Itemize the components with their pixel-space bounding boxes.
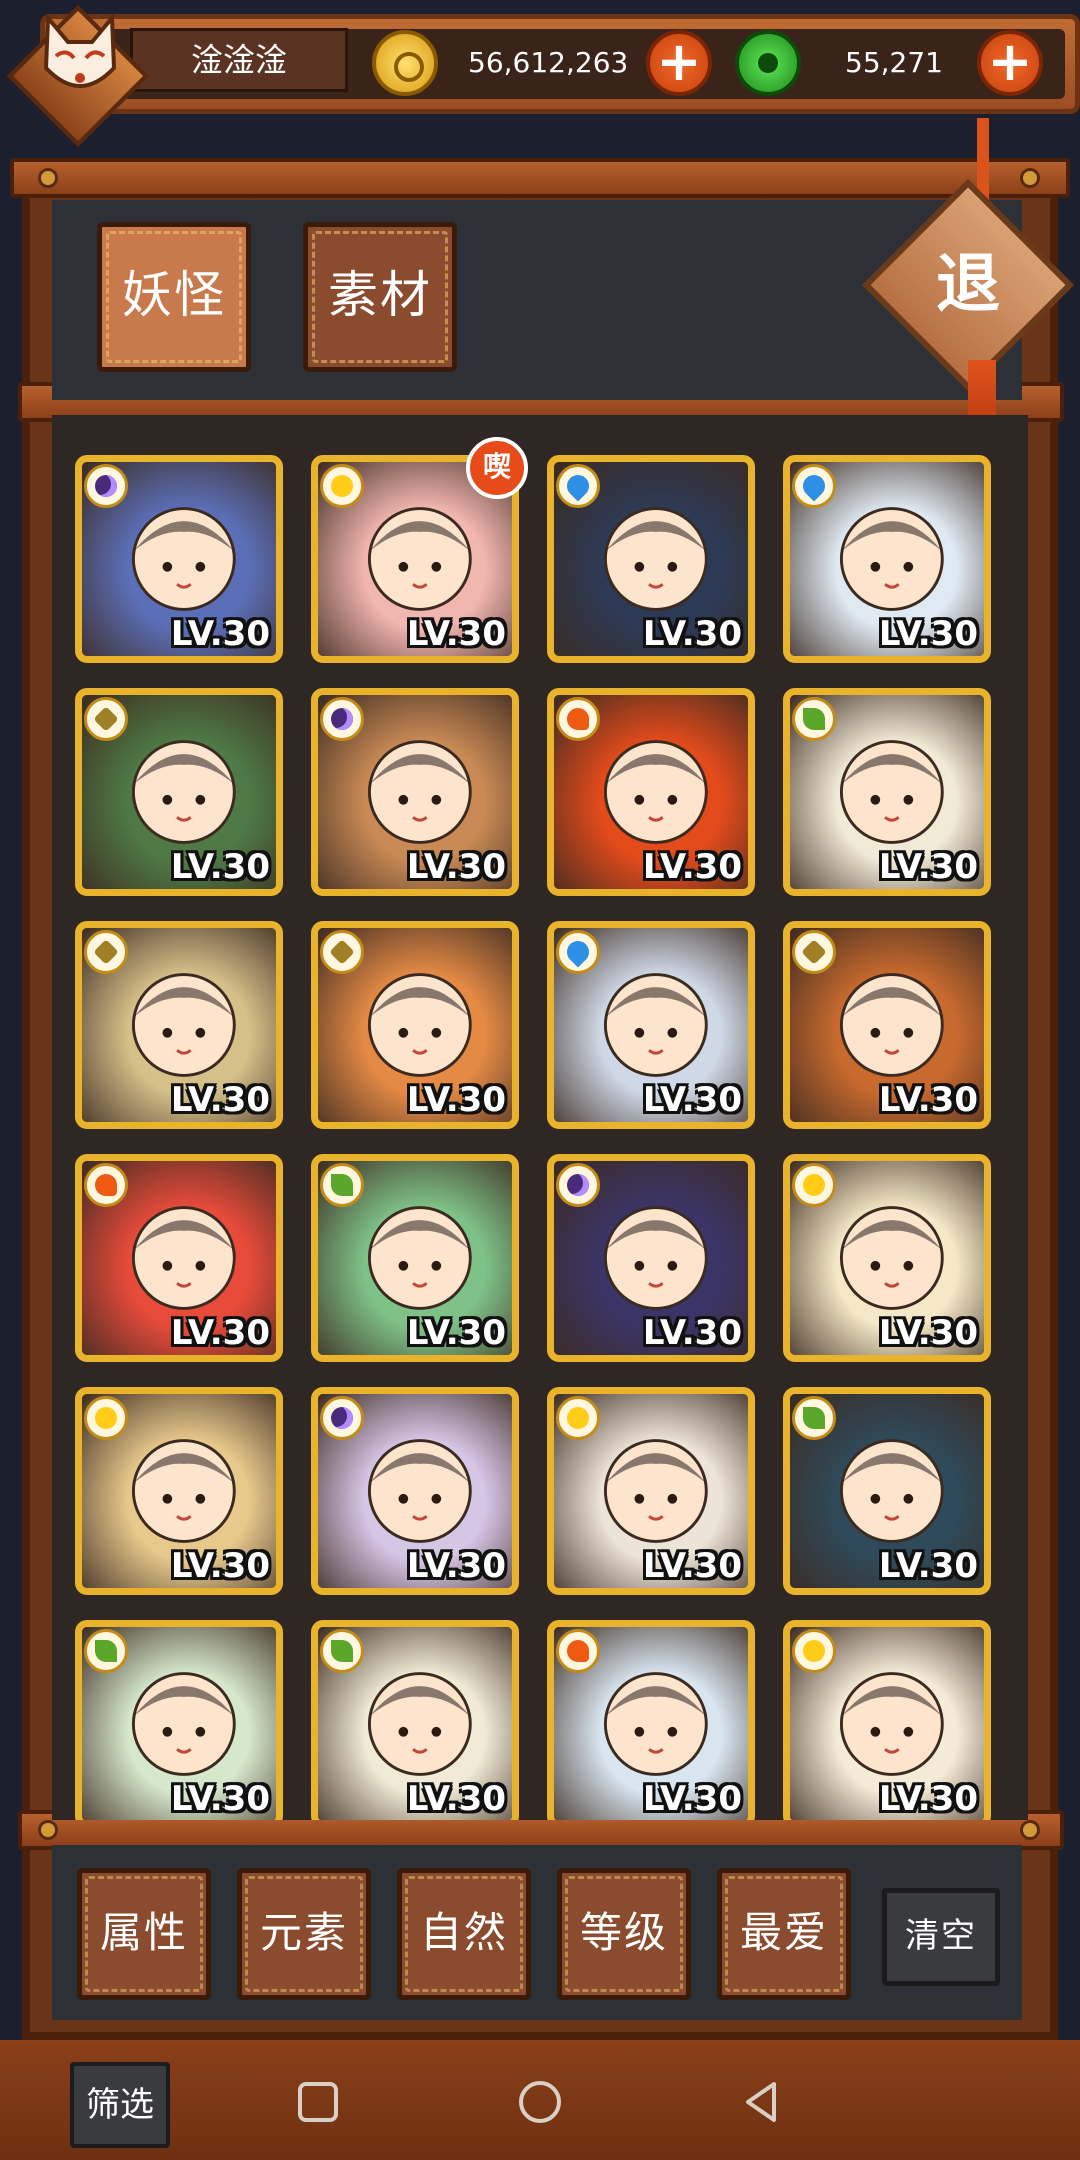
fire-element-icon	[556, 697, 600, 741]
gold-coin-icon	[372, 30, 438, 96]
earth-element-icon	[84, 697, 128, 741]
monster-level: LV.30	[170, 1313, 270, 1353]
back-icon[interactable]	[732, 2072, 792, 2132]
jade-amount: 55,271	[845, 46, 943, 79]
add-gold-button[interactable]: +	[646, 30, 712, 96]
nature-element-icon	[792, 1396, 836, 1440]
monster-level: LV.30	[642, 847, 742, 887]
monster-card[interactable]: LV.30	[75, 921, 283, 1129]
monster-card[interactable]: LV.30	[783, 921, 991, 1129]
nature-element-icon	[84, 1629, 128, 1673]
fire-element-icon	[556, 1629, 600, 1673]
nature-element-icon	[320, 1163, 364, 1207]
monster-level: LV.30	[642, 1779, 742, 1819]
monster-card[interactable]: LV.30	[783, 1620, 991, 1820]
tab-monsters[interactable]: 妖怪	[97, 222, 251, 372]
rivet	[1020, 168, 1040, 188]
jade-coin-icon	[735, 30, 801, 96]
clear-filters-button[interactable]: 清空	[882, 1888, 1000, 1986]
monster-card[interactable]: LV.30	[311, 1154, 519, 1362]
monster-level: LV.30	[406, 847, 506, 887]
filter-attribute-button[interactable]: 属性	[77, 1868, 211, 2000]
earth-element-icon	[320, 930, 364, 974]
exit-button[interactable]: 退	[893, 210, 1043, 360]
monster-card[interactable]: LV.30	[783, 455, 991, 663]
dark-element-icon	[320, 1396, 364, 1440]
monster-level: LV.30	[170, 847, 270, 887]
home-icon[interactable]	[510, 2072, 570, 2132]
filter-nature-button[interactable]: 自然	[397, 1868, 531, 2000]
monster-level: LV.30	[878, 1080, 978, 1120]
fire-element-icon	[84, 1163, 128, 1207]
monster-level: LV.30	[642, 1546, 742, 1586]
earth-element-icon	[84, 930, 128, 974]
monster-level: LV.30	[170, 1779, 270, 1819]
monster-card[interactable]: LV.30	[311, 1387, 519, 1595]
monster-level: LV.30	[878, 1779, 978, 1819]
monster-card[interactable]: LV.30	[547, 688, 755, 896]
monster-level: LV.30	[642, 614, 742, 654]
monster-card[interactable]: LV.30	[75, 688, 283, 896]
monster-card[interactable]: LV.30	[75, 1620, 283, 1820]
light-element-icon	[320, 464, 364, 508]
favorite-badge: 喫	[466, 437, 528, 499]
rivet	[1020, 1820, 1040, 1840]
water-element-icon	[792, 464, 836, 508]
monster-card[interactable]: LV.30	[783, 1387, 991, 1595]
light-element-icon	[84, 1396, 128, 1440]
water-element-icon	[556, 930, 600, 974]
filter-favorite-button[interactable]: 最爱	[717, 1868, 851, 2000]
monster-level: LV.30	[406, 1313, 506, 1353]
monster-card[interactable]: LV.30	[547, 1154, 755, 1362]
player-name[interactable]: 淦淦淦	[130, 28, 348, 92]
monster-card[interactable]: LV.30	[547, 1620, 755, 1820]
add-jade-button[interactable]: +	[977, 30, 1043, 96]
monster-card[interactable]: LV.30	[783, 1154, 991, 1362]
filter-element-button[interactable]: 元素	[237, 1868, 371, 2000]
dark-element-icon	[320, 697, 364, 741]
monster-card[interactable]: LV.30	[311, 1620, 519, 1820]
monster-card[interactable]: LV.30	[547, 455, 755, 663]
tab-materials[interactable]: 素材	[303, 222, 457, 372]
earth-element-icon	[792, 930, 836, 974]
monster-level: LV.30	[170, 1080, 270, 1120]
nature-element-icon	[320, 1629, 364, 1673]
monster-grid: LV.30 LV.30 喫 LV.30 LV.30 LV.30 LV.30 LV.30 LV.3…	[52, 415, 1028, 1820]
recents-icon[interactable]	[288, 2072, 348, 2132]
frame-top-beam	[10, 158, 1070, 198]
monster-level: LV.30	[878, 847, 978, 887]
monster-level: LV.30	[406, 1779, 506, 1819]
monster-level: LV.30	[170, 614, 270, 654]
nature-element-icon	[792, 697, 836, 741]
monster-level: LV.30	[406, 614, 506, 654]
dark-element-icon	[556, 1163, 600, 1207]
monster-level: LV.30	[642, 1080, 742, 1120]
water-element-icon	[556, 464, 600, 508]
filter-toggle-button[interactable]: 筛选	[70, 2062, 170, 2148]
monster-card[interactable]: LV.30	[75, 1387, 283, 1595]
monster-level: LV.30	[170, 1546, 270, 1586]
monster-level: LV.30	[878, 1313, 978, 1353]
rivet	[38, 1820, 58, 1840]
light-element-icon	[792, 1629, 836, 1673]
monster-card[interactable]: LV.30	[311, 688, 519, 896]
monster-card[interactable]: LV.30	[783, 688, 991, 896]
monster-level: LV.30	[406, 1080, 506, 1120]
monster-level: LV.30	[642, 1313, 742, 1353]
monster-card[interactable]: LV.30	[75, 1154, 283, 1362]
dark-element-icon	[84, 464, 128, 508]
fox-mask-avatar-icon[interactable]	[30, 8, 130, 108]
monster-card[interactable]: LV.30	[547, 921, 755, 1129]
monster-level: LV.30	[878, 1546, 978, 1586]
monster-card[interactable]: LV.30	[311, 921, 519, 1129]
rivet	[38, 168, 58, 188]
filter-level-button[interactable]: 等级	[557, 1868, 691, 2000]
light-element-icon	[792, 1163, 836, 1207]
monster-card[interactable]: LV.30	[547, 1387, 755, 1595]
gold-amount: 56,612,263	[468, 46, 629, 79]
monster-level: LV.30	[878, 614, 978, 654]
monster-level: LV.30	[406, 1546, 506, 1586]
light-element-icon	[556, 1396, 600, 1440]
monster-card[interactable]: LV.30	[75, 455, 283, 663]
